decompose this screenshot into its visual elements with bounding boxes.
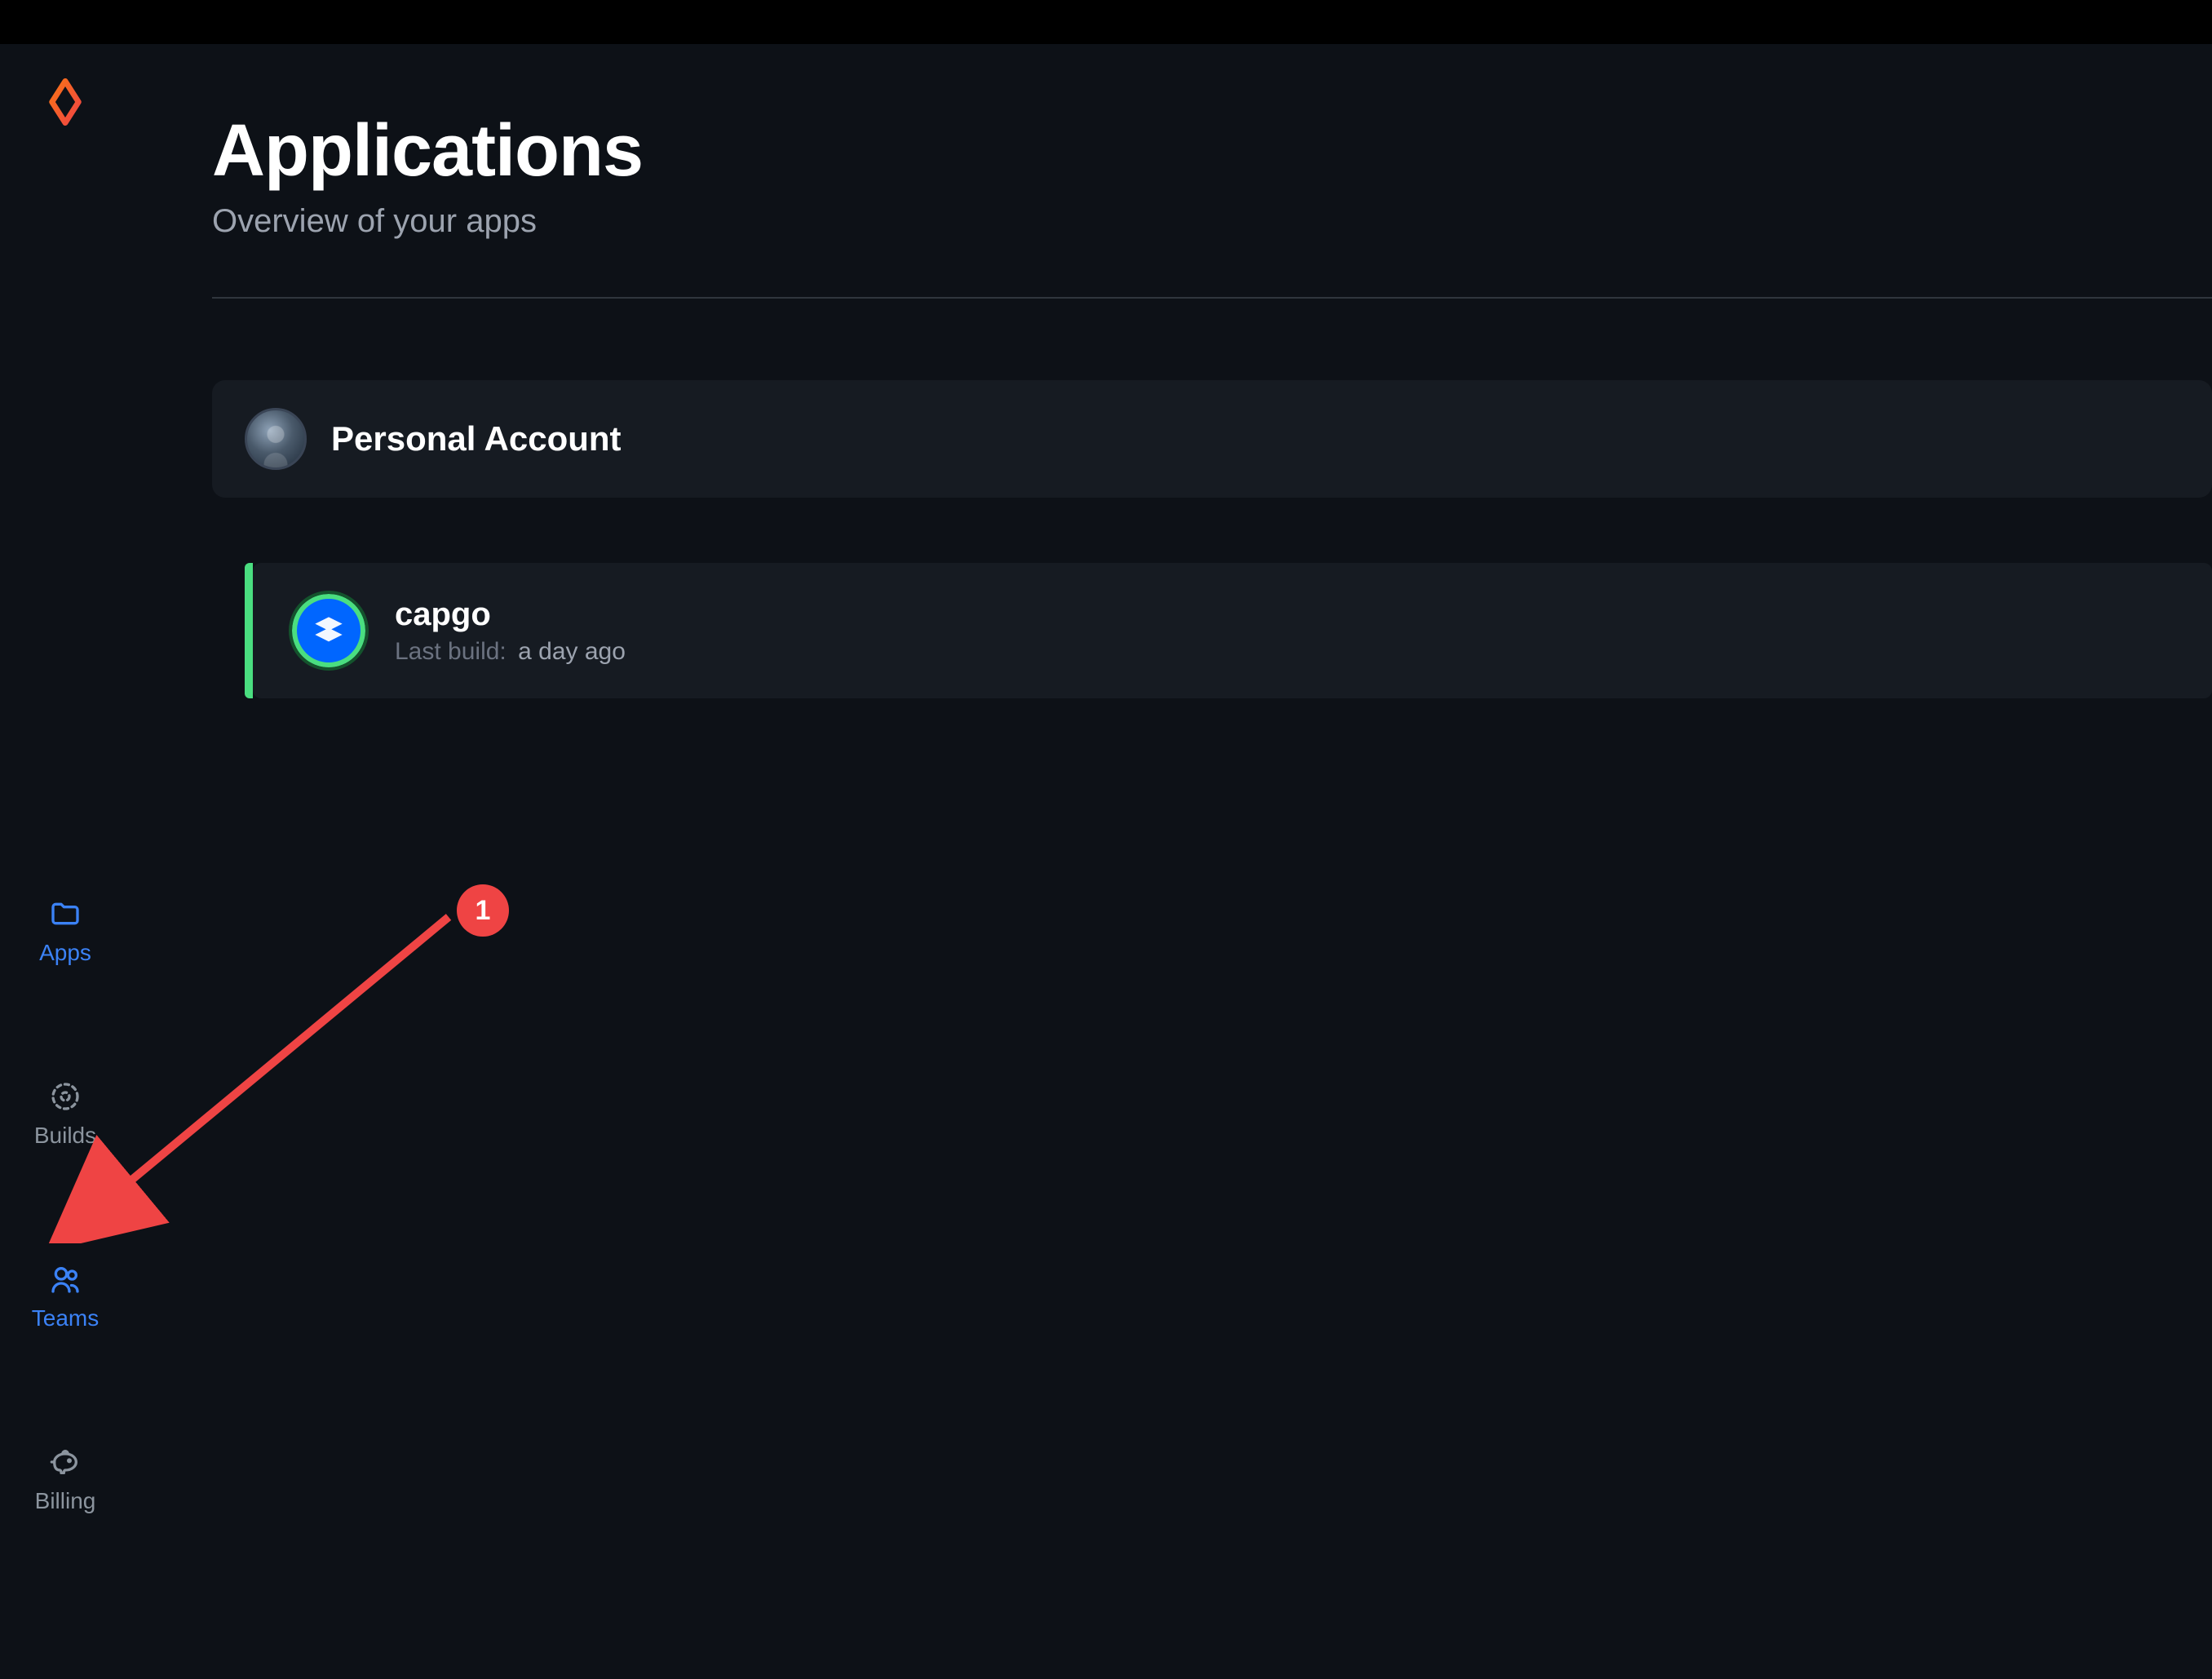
app-name: capgo	[395, 596, 626, 633]
app-last-build-value: a day ago	[518, 638, 626, 665]
app-icon	[292, 594, 365, 667]
page-title: Applications	[212, 109, 2212, 193]
window-topbar	[0, 0, 2212, 44]
sidebar-item-apps[interactable]: Apps	[39, 897, 91, 966]
gear-icon	[49, 1080, 82, 1113]
account-card[interactable]: Personal Account	[212, 380, 2212, 498]
sidebar-item-label: Teams	[32, 1305, 99, 1331]
sidebar-item-label: Builds	[34, 1123, 96, 1149]
folder-icon	[49, 897, 82, 930]
divider	[212, 297, 2212, 299]
account-name: Personal Account	[331, 419, 622, 459]
main-content: Applications Overview of your apps Perso…	[131, 44, 2212, 1679]
people-icon	[49, 1263, 82, 1296]
annotation-number: 1	[457, 884, 509, 937]
app-info: capgo Last build: a day ago	[395, 596, 626, 666]
app-last-build: Last build: a day ago	[395, 638, 626, 666]
sidebar-nav: Apps Builds Teams	[0, 897, 131, 1514]
page-subtitle: Overview of your apps	[212, 203, 2212, 240]
sidebar-item-label: Apps	[39, 940, 91, 966]
sidebar-item-builds[interactable]: Builds	[34, 1080, 96, 1149]
app-card[interactable]: capgo Last build: a day ago	[253, 563, 2212, 698]
annotation-badge: 1	[457, 884, 509, 937]
app-shell: Apps Builds Teams	[0, 44, 2212, 1679]
sidebar-item-billing[interactable]: Billing	[35, 1446, 96, 1514]
avatar	[245, 408, 307, 470]
brand-logo-icon	[42, 78, 89, 126]
sidebar-item-label: Billing	[35, 1488, 96, 1514]
app-last-build-label: Last build:	[395, 638, 507, 665]
sidebar-item-teams[interactable]: Teams	[32, 1263, 99, 1331]
piggybank-icon	[49, 1446, 82, 1478]
